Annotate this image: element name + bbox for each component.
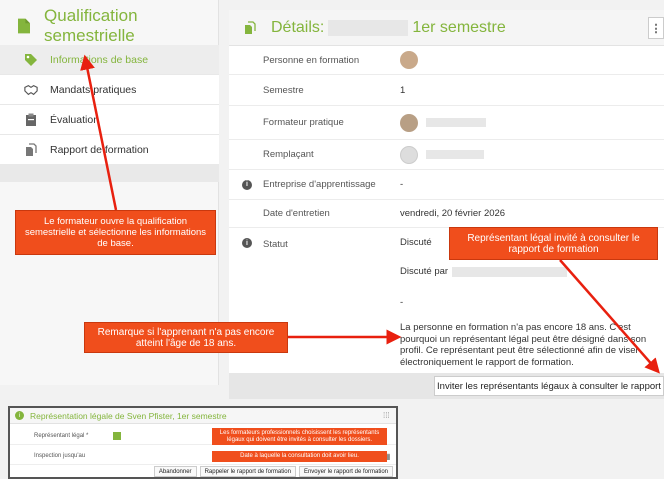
grid-icon[interactable]: ⁞⁞⁞ <box>383 411 390 420</box>
arrow-basic-info <box>80 54 118 211</box>
dialog-title: Représentation légale de Sven Pfister, 1… <box>30 410 227 421</box>
cancel-button[interactable]: Abandonner <box>153 466 197 477</box>
send-report-button[interactable]: Envoyer le rapport de formation <box>298 466 393 477</box>
arrow-legal-rep <box>559 259 660 374</box>
dialog-label: Représentant légal * <box>34 433 89 439</box>
checkbox[interactable] <box>113 432 121 440</box>
dialog-callout-rep: Les formateurs professionnels choisissen… <box>212 428 387 445</box>
remind-report-button[interactable]: Rappeler le rapport de formation <box>199 466 296 477</box>
dialog-header: i Représentation légale de Sven Pfister,… <box>10 408 396 424</box>
dialog-label: Inspection jusqu'au <box>34 453 86 459</box>
dialog-footer: Abandonner Rappeler le rapport de format… <box>10 466 396 478</box>
dialog-callout-date: Date à laquelle la consultation doit avo… <box>212 451 387 462</box>
info-icon: i <box>15 411 24 420</box>
